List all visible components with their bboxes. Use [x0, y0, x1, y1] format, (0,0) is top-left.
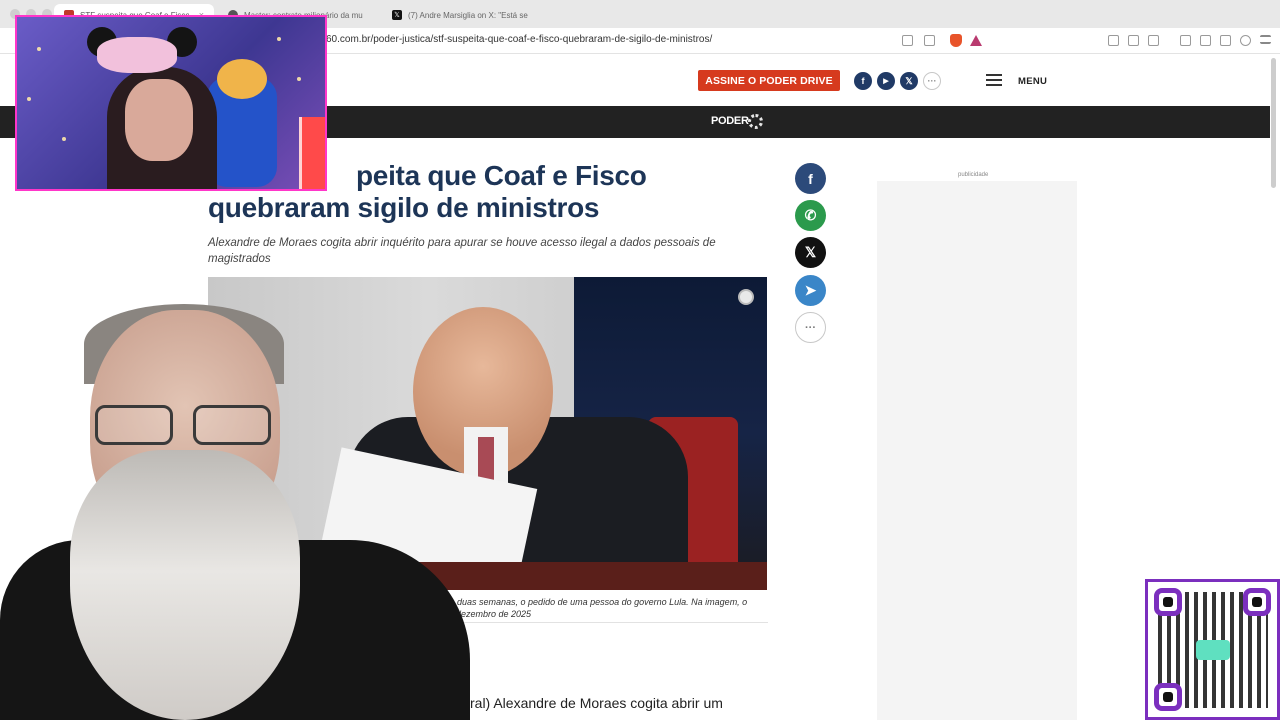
extensions-puzzle-icon[interactable] [1220, 35, 1231, 46]
share-whatsapp-icon[interactable]: ✆ [795, 200, 826, 231]
ring-light [299, 117, 325, 189]
caption-divider [420, 622, 768, 623]
streamer-face [125, 79, 193, 161]
reader-mode-icon[interactable] [902, 35, 913, 46]
brave-shield-icon[interactable] [950, 34, 962, 47]
x-favicon-icon: 𝕏 [392, 10, 402, 20]
fairy-light [297, 77, 301, 81]
fairy-light [27, 97, 31, 101]
caption-line-1: últimas duas semanas, o pedido de uma pe… [426, 597, 748, 607]
host-glasses [95, 405, 275, 449]
youtube-icon[interactable]: ▶ [877, 72, 895, 90]
screen: STF suspeita que Coaf e Fisco × Master: … [0, 0, 1280, 720]
webcam-overlay-host [0, 300, 470, 720]
url-text[interactable]: 60.com.br/poder-justica/stf-suspeita-que… [326, 34, 712, 45]
poder360-logo[interactable]: PODER [711, 115, 749, 127]
photo-caption: últimas duas semanas, o pedido de uma pe… [426, 596, 766, 620]
qr-finder [1154, 683, 1182, 711]
tab-label: (7) Andre Marsiglia on X: "Está se [408, 10, 528, 20]
hamburger-menu-icon[interactable] [986, 74, 1002, 86]
sidebar-icon[interactable] [1180, 35, 1191, 46]
extension-icon[interactable] [1108, 35, 1119, 46]
qr-code [1145, 579, 1280, 720]
share-more-icon[interactable]: ··· [795, 312, 826, 343]
poder360-logo-ring-icon [748, 114, 763, 129]
share-facebook-icon[interactable]: f [795, 163, 826, 194]
extension-icon[interactable] [1148, 35, 1159, 46]
ad-slot[interactable] [877, 181, 1077, 720]
plush-toy-head [217, 59, 267, 99]
hair-bow [97, 37, 177, 73]
glasses-lens-left [95, 405, 173, 445]
share-page-icon[interactable] [924, 35, 935, 46]
page-scrollbar[interactable] [1271, 58, 1276, 188]
more-social-icon[interactable]: ··· [923, 72, 941, 90]
wallet-icon[interactable] [1200, 35, 1211, 46]
share-x-icon[interactable]: 𝕏 [795, 237, 826, 268]
tab-3[interactable]: 𝕏 (7) Andre Marsiglia on X: "Está se [382, 4, 562, 26]
headline-line-1: peita que Coaf e Fisco [356, 160, 647, 191]
fairy-light [277, 37, 281, 41]
qr-center-logo [1196, 640, 1230, 660]
share-telegram-icon[interactable]: ➤ [795, 275, 826, 306]
host-beard [70, 450, 300, 720]
article-body-text: ral) Alexandre de Moraes cogita abrir um [470, 695, 723, 711]
subscribe-button[interactable]: ASSINE O PODER DRIVE [698, 70, 840, 91]
qr-finder [1243, 588, 1271, 616]
facebook-icon[interactable]: f [854, 72, 872, 90]
article-subheadline: Alexandre de Moraes cogita abrir inquéri… [208, 237, 716, 265]
extension-icon[interactable] [1128, 35, 1139, 46]
x-icon[interactable]: 𝕏 [900, 72, 918, 90]
ad-label: publicidade [958, 172, 989, 178]
browser-menu-icon[interactable] [1260, 35, 1271, 44]
photo-zoom-icon[interactable] [738, 289, 754, 305]
menu-button[interactable]: MENU [1018, 76, 1047, 87]
glasses-lens-right [193, 405, 271, 445]
brave-rewards-icon[interactable] [970, 35, 982, 46]
headline-line-2: quebraram sigilo de ministros [208, 192, 600, 223]
fairy-light [37, 47, 41, 51]
webcam-overlay-streamer [15, 15, 327, 191]
qr-finder [1154, 588, 1182, 616]
profile-icon[interactable] [1240, 35, 1251, 46]
fairy-light [62, 137, 66, 141]
